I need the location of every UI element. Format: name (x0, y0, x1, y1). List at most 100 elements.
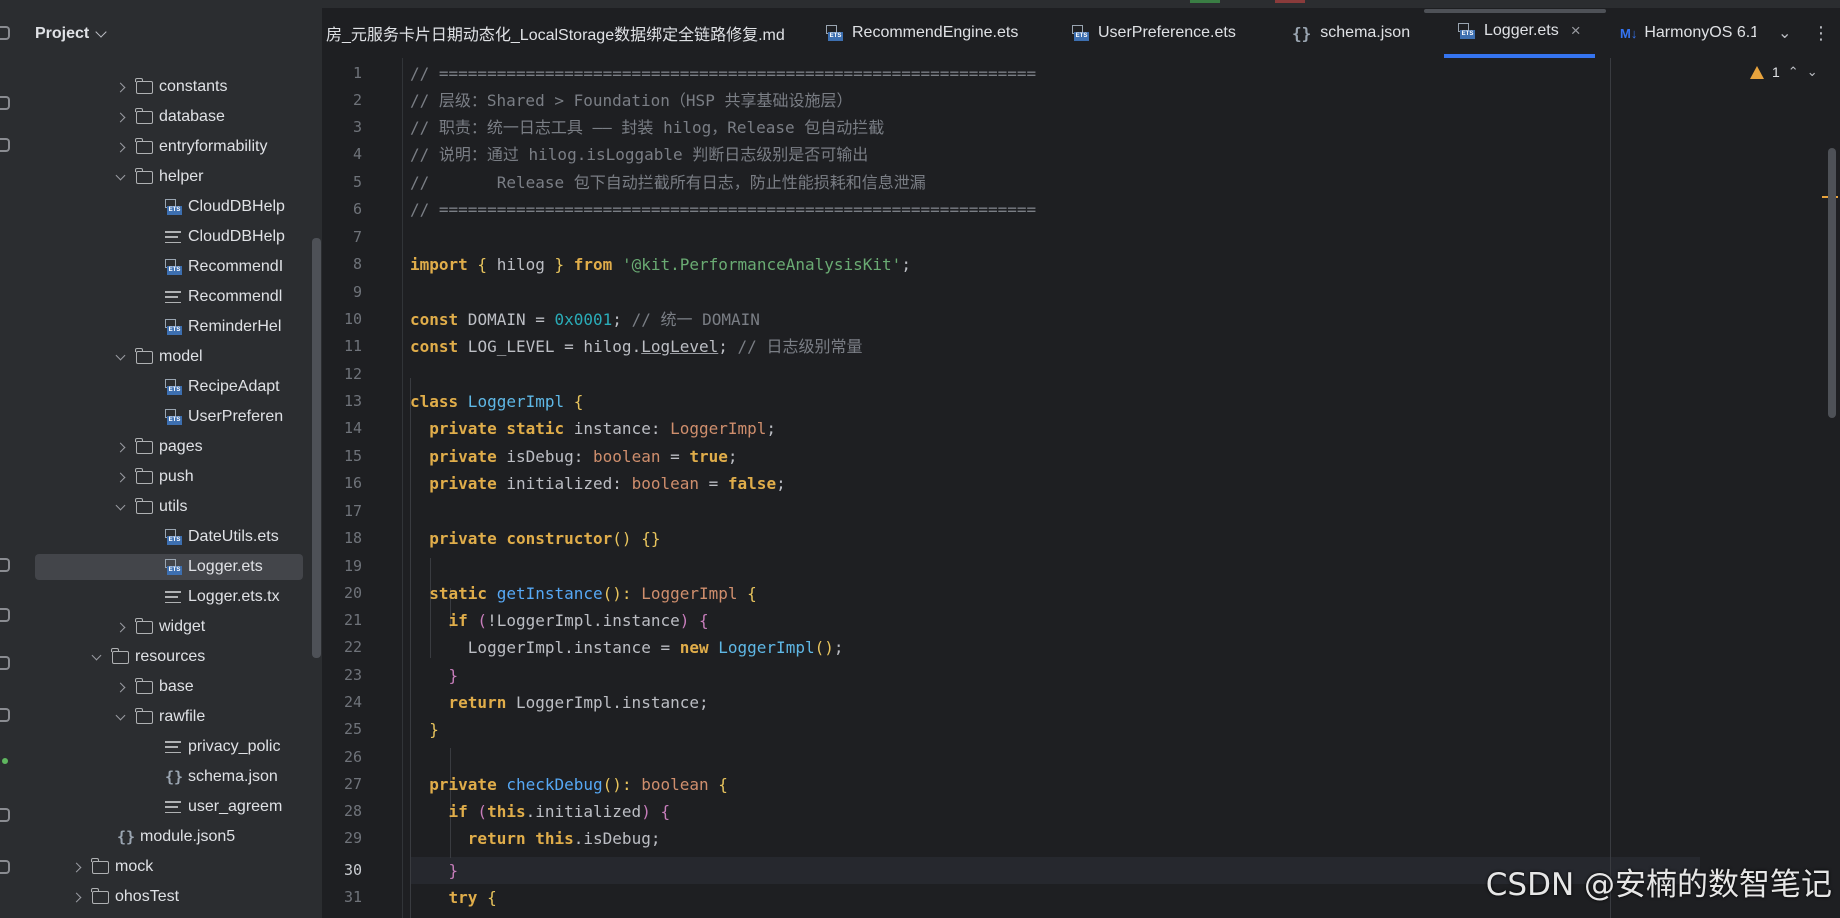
project-scrollbar[interactable] (312, 238, 321, 658)
tree-item-label: mock (115, 858, 154, 875)
tab-harmonyos-md[interactable]: M↓ HarmonyOS 6.1 (1620, 8, 1756, 58)
chevron-down-icon[interactable] (115, 350, 126, 360)
tree-item[interactable]: widget (115, 614, 205, 640)
json-file-icon: {} (1292, 23, 1312, 43)
tree-item[interactable]: Recommendl (165, 284, 282, 310)
chevron-right-icon[interactable] (71, 862, 82, 872)
tree-item[interactable]: base (115, 674, 194, 700)
tool-window-rail (0, 8, 21, 918)
code-line-29: return this.isDebug; (410, 825, 661, 852)
tree-item[interactable]: ETS RecommendI (165, 254, 283, 280)
chevron-right-icon[interactable] (115, 442, 126, 452)
project-panel-header[interactable]: Project (20, 8, 322, 60)
tree-item[interactable]: ETS UserPreferen (165, 404, 283, 430)
code-editor[interactable]: 1 2 3 4 5 6 7 8 9 10 11 12 13 14 15 16 17 18 19 20 21 22 23 24 2… (322, 58, 1840, 918)
tree-item[interactable]: resources (91, 644, 205, 670)
tree-item[interactable]: {} schema.json (165, 764, 278, 790)
tree-item[interactable]: privacy_polic (165, 734, 280, 760)
tree-item[interactable]: ETS ReminderHel (165, 314, 281, 340)
tree-item[interactable]: ohosTest (71, 884, 179, 910)
line-number: 14 (343, 419, 362, 437)
line-number: 31 (343, 888, 362, 906)
line-number: 27 (343, 775, 362, 793)
terminal-toolwindow-icon[interactable] (0, 808, 10, 822)
tab-recommend-engine[interactable]: ETS RecommendEngine.ets (826, 8, 1018, 58)
chevron-down-icon[interactable]: ⌄ (1778, 8, 1791, 58)
tab-logger-ets[interactable]: ETS Logger.ets × (1444, 8, 1595, 58)
tree-item-label: CloudDBHelp (188, 198, 285, 215)
ets-file-icon: ETS (826, 24, 843, 42)
tab-schema-json[interactable]: {} schema.json (1292, 8, 1410, 58)
structure-toolwindow-icon[interactable] (0, 138, 10, 152)
token: '@kit.PerformanceAnalysisKit' (621, 255, 902, 274)
chevron-up-icon[interactable]: ⌃ (1788, 64, 1799, 80)
chevron-down-icon[interactable] (115, 500, 126, 510)
code-line-25: } (410, 720, 439, 739)
token: getInstance (487, 584, 603, 603)
debug-toolwindow-icon[interactable] (0, 656, 10, 670)
tree-item[interactable]: ETS CloudDBHelp (165, 194, 285, 220)
token: private (410, 474, 497, 493)
tree-item[interactable]: pages (115, 434, 203, 460)
more-icon[interactable]: ⋮ (1812, 8, 1830, 58)
tree-item-label: base (159, 678, 194, 695)
line-number: 20 (343, 584, 362, 602)
folder-icon (135, 677, 153, 694)
chevron-right-icon[interactable] (115, 622, 126, 632)
tree-item[interactable]: entryformability (115, 134, 267, 160)
folder-icon (135, 707, 153, 724)
token: = (699, 474, 728, 493)
tab-label: UserPreference.ets (1098, 24, 1236, 41)
tree-item[interactable]: test (73, 914, 141, 918)
tree-item-label: helper (159, 168, 204, 185)
tree-item[interactable]: push (115, 464, 194, 490)
token: false (727, 474, 777, 493)
tree-item[interactable]: database (115, 104, 225, 130)
tree-item[interactable]: {} module.json5 (117, 824, 235, 850)
services-toolwindow-icon[interactable] (0, 558, 10, 572)
tree-item[interactable]: utils (115, 494, 187, 520)
chevron-right-icon[interactable] (115, 682, 126, 692)
tree-item-label: UserPreferen (188, 408, 284, 425)
inspection-widget[interactable]: 1 ⌃ ⌄ (1750, 64, 1818, 80)
chevron-down-icon[interactable] (115, 170, 126, 180)
project-toolwindow-icon[interactable] (0, 26, 10, 40)
chevron-right-icon[interactable] (71, 892, 82, 902)
editor-scrollbar[interactable] (1828, 148, 1836, 418)
token: .initialized (525, 802, 642, 821)
tree-item[interactable]: ETS RecipeAdapt (165, 374, 280, 400)
tree-item[interactable]: mock (71, 854, 154, 880)
line-number: 13 (343, 392, 362, 410)
tree-item-label: Recommendl (188, 288, 283, 305)
tree-item[interactable]: model (115, 344, 203, 370)
chevron-down-icon[interactable] (91, 650, 102, 660)
tab-label: Logger.ets (1484, 22, 1559, 39)
line-number: 11 (343, 337, 362, 355)
code-line-1: // =====================================… (410, 64, 1037, 83)
tree-item[interactable]: constants (115, 74, 227, 100)
token: instance: (564, 419, 671, 438)
commit-toolwindow-icon[interactable] (0, 96, 10, 110)
chevron-down-icon[interactable]: ⌄ (1807, 64, 1818, 80)
chevron-right-icon[interactable] (115, 112, 126, 122)
chevron-right-icon[interactable] (115, 82, 126, 92)
git-toolwindow-icon[interactable] (0, 708, 10, 722)
tree-item[interactable]: helper (115, 164, 204, 190)
chevron-right-icon[interactable] (115, 472, 126, 482)
tab-md-document[interactable]: 房_元服务卡片日期动态化_LocalStorage数据绑定全链路修复.md (326, 8, 785, 58)
tree-item[interactable]: ETS Logger.ets (35, 554, 303, 580)
problems-toolwindow-icon[interactable] (0, 860, 10, 874)
run-toolwindow-icon[interactable] (0, 608, 10, 622)
tree-item[interactable]: user_agreem (165, 794, 282, 820)
tree-item[interactable]: CloudDBHelp (165, 224, 285, 250)
token: checkDebug (496, 775, 603, 794)
tree-item-label: database (159, 108, 225, 125)
token: { (564, 392, 584, 411)
tab-user-preference[interactable]: ETS UserPreference.ets (1072, 8, 1236, 58)
close-icon[interactable]: × (1571, 21, 1581, 41)
tree-item[interactable]: ETS DateUtils.ets (165, 524, 279, 550)
chevron-down-icon[interactable] (115, 710, 126, 720)
tree-item[interactable]: Logger.ets.tx (165, 584, 280, 610)
tree-item[interactable]: rawfile (115, 704, 205, 730)
chevron-right-icon[interactable] (115, 142, 126, 152)
